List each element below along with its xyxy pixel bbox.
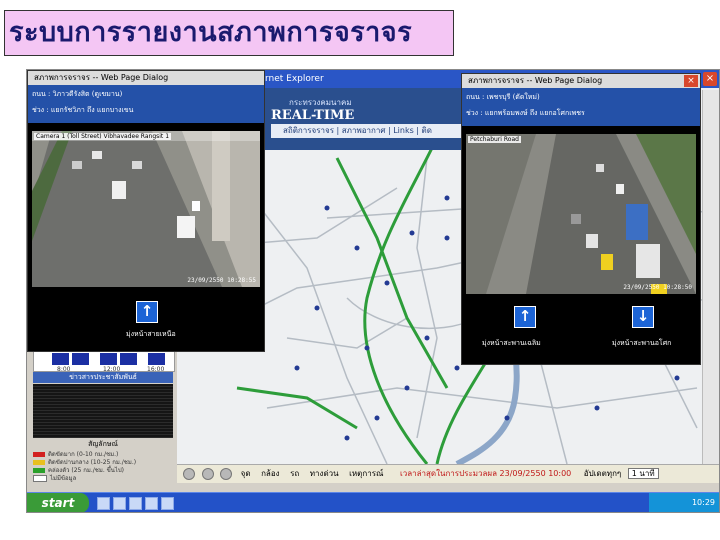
windows-taskbar: start 10:29 xyxy=(27,492,719,512)
quick-launch-icon[interactable] xyxy=(113,497,126,510)
chart-bar xyxy=(100,353,117,365)
dialog-title-bar: สภาพการจราจร -- Web Page Dialog × xyxy=(462,74,700,88)
slide-title: ระบบการรายงานสภาพการจราจร xyxy=(4,10,454,56)
ie-close-button[interactable]: × xyxy=(703,72,717,86)
status-item[interactable]: ทางด่วน xyxy=(310,469,339,478)
start-button[interactable]: start xyxy=(27,493,89,512)
zoom-out-icon[interactable] xyxy=(201,467,214,480)
camera-dialog-right: สภาพการจราจร -- Web Page Dialog × ถนน : … xyxy=(461,73,701,365)
camera-dialog-left: สภาพการจราจร -- Web Page Dialog ถนน : วิ… xyxy=(27,70,265,352)
direction-label: มุ่งหน้าสายเหนือ xyxy=(126,330,176,338)
dialog-title: สภาพการจราจร -- Web Page Dialog xyxy=(34,73,169,82)
road-name: ถนน : เพชรบุรี (ตัดใหม่) xyxy=(466,93,540,101)
chart-bar xyxy=(52,353,69,365)
camera-label: Camera 1 (Toll Street) Vibhavadee Rangsi… xyxy=(34,133,172,140)
cctv-scene xyxy=(466,134,696,294)
dialog-close-button[interactable]: × xyxy=(684,75,698,87)
status-item[interactable]: จุด xyxy=(241,469,251,478)
cctv-image: Camera 1 (Toll Street) Vibhavadee Rangsi… xyxy=(32,131,260,287)
camera-label: Petchaburi Road xyxy=(468,136,521,143)
road-section: ช่วง : แยกรัชวิภา ถึง แยกบางเขน xyxy=(32,106,134,114)
camera-timestamp: 23/09/2550 10:28:50 xyxy=(623,284,692,291)
screenshot-frame: rnet Explorer × 8:00 12:00 16:00 ข่าวสาร… xyxy=(26,69,720,513)
direction-label: มุ่งหน้าสะพานเฉลิม xyxy=(482,339,541,347)
chart-bar xyxy=(120,353,137,365)
down-arrow-button[interactable]: ↓ xyxy=(632,306,654,328)
up-arrow-button[interactable]: ↑ xyxy=(514,306,536,328)
cctv-scene xyxy=(32,131,260,287)
site-brand: REAL-TIME xyxy=(271,108,355,123)
status-item[interactable]: รถ xyxy=(290,469,299,478)
dialog-title: สภาพการจราจร -- Web Page Dialog xyxy=(468,76,603,85)
status-item[interactable]: เหตุการณ์ xyxy=(349,469,383,478)
cctv-image: Petchaburi Road 23/09/2550 10:28:50 xyxy=(466,134,696,294)
zoom-in-icon[interactable] xyxy=(183,467,195,480)
quick-launch-icon[interactable] xyxy=(97,497,110,510)
legend-label: ไม่มีข้อมูล xyxy=(50,475,77,482)
clock: 10:29 xyxy=(691,498,715,507)
chart-bar xyxy=(72,353,89,365)
north-arrow-button[interactable]: ↑ xyxy=(136,301,158,323)
road-section: ช่วง : แยกพร้อมพงษ์ ถึง แยกอโศกเพชร xyxy=(466,109,585,117)
direction-label: มุ่งหน้าสะพานอโศก xyxy=(612,339,672,347)
system-tray: 10:29 xyxy=(649,493,719,512)
last-update-text: เวลาล่าสุดในการประมวลผล 23/09/2550 10:00 xyxy=(399,469,572,478)
road-name: ถนน : วิภาวดีรังสิต (ดูเขมาน) xyxy=(32,90,123,98)
legend-item: ไม่มีข้อมูล xyxy=(33,473,76,483)
dialog-road-info: ถนน : วิภาวดีรังสิต (ดูเขมาน) ช่วง : แยก… xyxy=(28,85,264,123)
pan-icon[interactable] xyxy=(220,467,233,480)
dialog-title-bar: สภาพการจราจร -- Web Page Dialog xyxy=(28,71,264,85)
legend-swatch xyxy=(33,475,47,482)
update-interval-label: อัปเดตทุกๆ xyxy=(583,469,622,478)
status-item[interactable]: กล้อง xyxy=(261,469,279,478)
camera-timestamp: 23/09/2550 10:28:55 xyxy=(187,277,256,284)
news-panel[interactable] xyxy=(33,384,173,438)
quick-launch-icon[interactable] xyxy=(129,497,142,510)
ie-title-text: rnet Explorer xyxy=(265,74,324,84)
vertical-scrollbar[interactable] xyxy=(702,90,719,482)
chart-bar xyxy=(148,353,165,365)
dialog-road-info: ถนน : เพชรบุรี (ตัดใหม่) ช่วง : แยกพร้อม… xyxy=(462,88,700,126)
map-status-bar: จุด กล้อง รถ ทางด่วน เหตุการณ์ เวลาล่าสุ… xyxy=(177,464,719,483)
quick-launch-icon[interactable] xyxy=(145,497,158,510)
news-header: ข่าวสารประชาสัมพันธ์ xyxy=(33,372,173,383)
update-interval-select[interactable]: 1 นาที xyxy=(627,468,659,479)
quick-launch-icon[interactable] xyxy=(161,497,174,510)
